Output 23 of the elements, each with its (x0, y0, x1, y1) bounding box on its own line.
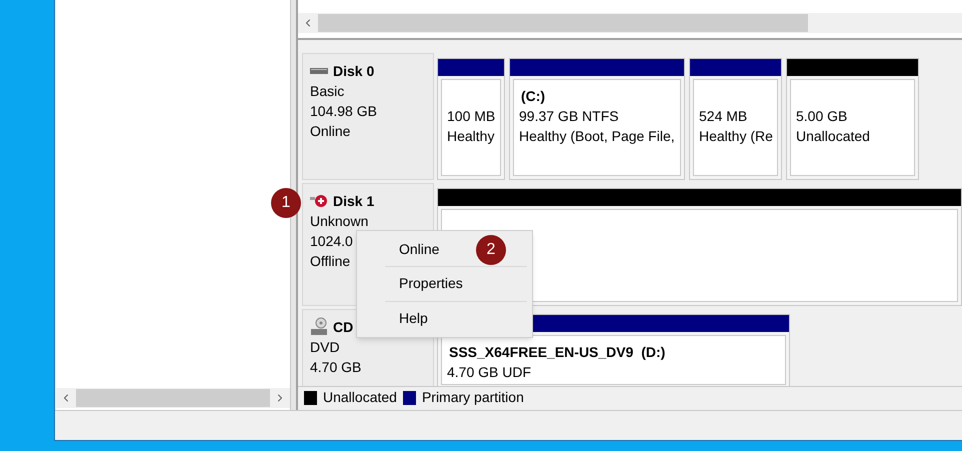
disk-info: DVD (310, 338, 341, 357)
disk-name: Disk 0 (333, 62, 374, 81)
disk-info: Basic (310, 82, 346, 101)
disk-name: CD (333, 318, 354, 337)
disk-info: Unknown (310, 212, 370, 231)
disk-info: Online (310, 122, 352, 141)
partition-info: 524 MB (699, 107, 748, 126)
partition-info: 100 MB (447, 107, 495, 126)
legend-label: Unallocated (323, 388, 397, 407)
partition-info: Unallocated (796, 127, 871, 146)
partition-info: Healthy (447, 127, 495, 146)
disk-info: 4.70 GB (310, 358, 362, 377)
disk-info: Offline (310, 252, 352, 271)
partition-title: (C:) (520, 87, 546, 106)
partition-title: SSS_X64FREE_EN-US_DV9 (D:) (448, 343, 666, 362)
partition-info: Healthy (Boot, Page File, (519, 127, 675, 146)
partition-info: Healthy (Re (699, 127, 772, 146)
partition-info: 99.37 GB NTFS (519, 107, 620, 126)
legend-label: Primary partition (422, 388, 524, 407)
disk-name: Disk 1 (333, 192, 374, 211)
partition-info: 4.70 GB UDF (447, 363, 532, 382)
partition-info: 5.00 GB (796, 107, 848, 126)
disk-info: 104.98 GB (310, 102, 378, 121)
